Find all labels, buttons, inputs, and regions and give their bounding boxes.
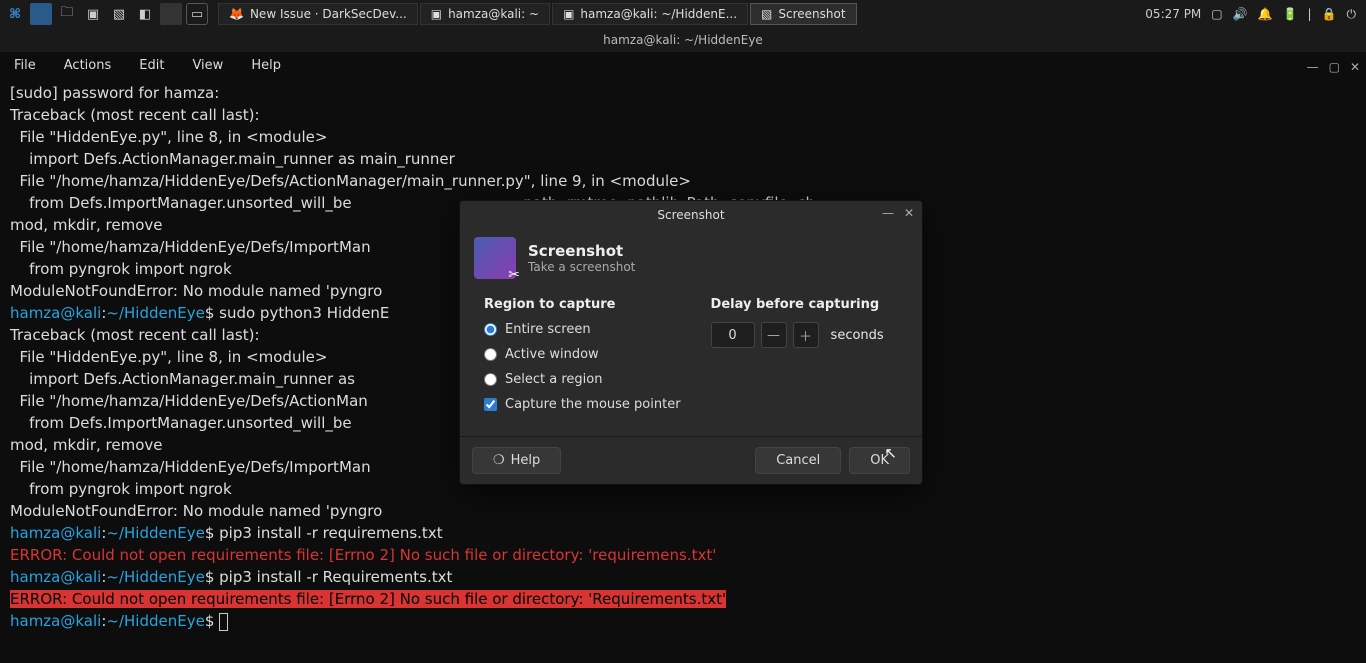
- tray-sep: |: [1308, 7, 1312, 21]
- radio-entire[interactable]: [484, 323, 497, 336]
- tray-battery-icon[interactable]: 🔋: [1283, 7, 1298, 21]
- tray-display-icon[interactable]: ▢: [1211, 7, 1222, 21]
- workspace-2[interactable]: [160, 3, 182, 25]
- taskbar-item[interactable]: ▣ hamza@kali: ~/HiddenE...: [552, 3, 748, 25]
- panel-launchers: ⌘ 🗀 ▣ ▧ ◧ ▭: [4, 3, 208, 25]
- delay-input[interactable]: [711, 322, 755, 348]
- close-icon[interactable]: ✕: [1350, 60, 1360, 74]
- delay-label: Delay before capturing: [711, 297, 884, 312]
- opt-entire-screen[interactable]: Entire screen: [484, 322, 681, 337]
- dialog-heading: Screenshot: [528, 242, 635, 260]
- dialog-titlebar[interactable]: Screenshot — ✕: [460, 201, 922, 229]
- clock[interactable]: 05:27 PM: [1145, 7, 1201, 21]
- task-icon: 🦊: [229, 7, 244, 21]
- opt-capture-pointer[interactable]: Capture the mouse pointer: [484, 397, 681, 412]
- taskbar-item[interactable]: ▣ hamza@kali: ~: [420, 3, 550, 25]
- check-pointer[interactable]: [484, 398, 497, 411]
- top-panel: ⌘ 🗀 ▣ ▧ ◧ ▭ 🦊 New Issue · DarkSecDev... ▣ h…: [0, 0, 1366, 28]
- task-label: hamza@kali: ~: [448, 7, 539, 21]
- workspace-1[interactable]: [30, 3, 52, 25]
- dialog-subheading: Take a screenshot: [528, 260, 635, 274]
- window-controls: — ▢ ✕: [1307, 60, 1360, 74]
- dialog-minimize-icon[interactable]: —: [882, 206, 894, 220]
- terminal-menubar: File Actions Edit View Help: [0, 52, 1366, 78]
- menu-item[interactable]: File: [14, 58, 36, 73]
- task-icon: ▣: [431, 7, 442, 21]
- tray-lock-icon[interactable]: 🔒: [1322, 7, 1337, 21]
- editor-icon[interactable]: ▧: [108, 3, 130, 25]
- menu-item[interactable]: View: [192, 58, 223, 73]
- terminal-icon[interactable]: ▣: [82, 3, 104, 25]
- delay-unit: seconds: [831, 328, 884, 343]
- delay-minus-button[interactable]: —: [761, 322, 787, 348]
- terminal-title: hamza@kali: ~/HiddenEye: [0, 28, 1366, 52]
- screenshot-dialog: Screenshot — ✕ Screenshot Take a screens…: [459, 200, 923, 485]
- ok-button[interactable]: OK: [849, 447, 910, 474]
- panel-tray: 05:27 PM ▢ 🔊 🔔 🔋 | 🔒 ⏻: [1145, 7, 1362, 22]
- tray-volume-icon[interactable]: 🔊: [1233, 7, 1248, 21]
- delay-plus-button[interactable]: ＋: [793, 322, 819, 348]
- opt-active-window[interactable]: Active window: [484, 347, 681, 362]
- task-label: New Issue · DarkSecDev...: [250, 7, 407, 21]
- region-label: Region to capture: [484, 297, 681, 312]
- app-icon[interactable]: ◧: [134, 3, 156, 25]
- files-icon[interactable]: 🗀: [56, 3, 78, 25]
- maximize-icon[interactable]: ▢: [1329, 60, 1340, 74]
- help-button[interactable]: ❍Help: [472, 447, 561, 474]
- show-desktop-icon[interactable]: ▭: [186, 3, 208, 25]
- task-label: Screenshot: [778, 7, 845, 21]
- help-icon: ❍: [493, 453, 505, 468]
- radio-select[interactable]: [484, 373, 497, 386]
- dialog-title: Screenshot: [657, 208, 724, 222]
- menu-item[interactable]: Edit: [139, 58, 164, 73]
- radio-active[interactable]: [484, 348, 497, 361]
- menu-item[interactable]: Actions: [64, 58, 112, 73]
- cancel-button[interactable]: Cancel: [755, 447, 841, 474]
- cursor-arrow-icon: ↖: [884, 444, 897, 462]
- tray-power-icon[interactable]: ⏻: [1347, 7, 1357, 22]
- taskbar-item[interactable]: ▧ Screenshot: [750, 3, 857, 25]
- minimize-icon[interactable]: —: [1307, 60, 1319, 74]
- kali-menu-icon[interactable]: ⌘: [4, 3, 26, 25]
- screenshot-app-icon: [474, 237, 516, 279]
- task-label: hamza@kali: ~/HiddenE...: [580, 7, 737, 21]
- task-icon: ▣: [563, 7, 574, 21]
- dialog-close-icon[interactable]: ✕: [904, 206, 914, 220]
- tray-notify-icon[interactable]: 🔔: [1258, 7, 1273, 21]
- menu-item[interactable]: Help: [251, 58, 281, 73]
- opt-select-region[interactable]: Select a region: [484, 372, 681, 387]
- task-icon: ▧: [761, 7, 772, 21]
- taskbar-item[interactable]: 🦊 New Issue · DarkSecDev...: [218, 3, 418, 25]
- taskbar: 🦊 New Issue · DarkSecDev... ▣ hamza@kali: ~…: [218, 3, 1143, 25]
